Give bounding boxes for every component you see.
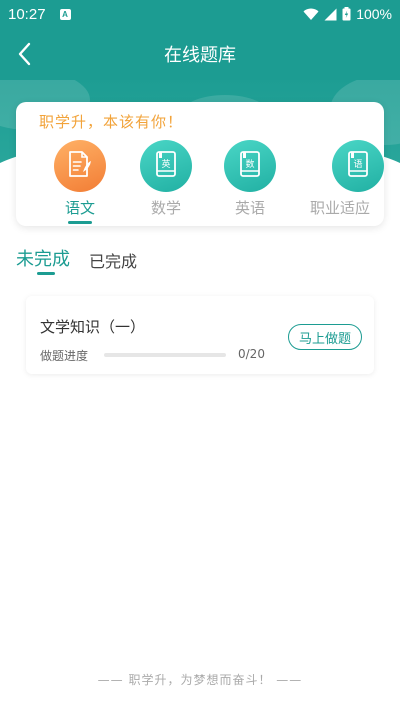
quiz-item[interactable]: 文学知识（一） 做题进度 0/20 马上做题 [26,296,374,374]
document-pen-icon [67,150,93,182]
start-quiz-button[interactable]: 马上做题 [288,324,362,350]
category-english-circle: 数 [224,140,276,192]
category-career-circle: 语 [332,140,384,192]
book-english-icon: 数 [238,150,262,182]
page-title: 在线题库 [164,45,236,66]
category-career[interactable]: 语 职业适应 [310,140,384,218]
category-math[interactable]: 英 数学 [126,140,206,218]
book-badge-text: 英 [161,158,170,170]
app-header: 在线题库 [0,28,400,80]
category-active-indicator [68,221,92,224]
category-math-circle: 英 [140,140,192,192]
status-icons: 100% [303,6,392,22]
progress-bar [104,353,226,357]
category-label: 职业适应 [310,199,371,217]
progress-label: 做题进度 [40,349,89,363]
category-label: 英语 [234,199,265,217]
status-time: 10:27 [8,5,46,23]
battery-icon [342,7,351,21]
tab-completed[interactable]: 已完成 [89,248,137,272]
progress-count: 0/20 [238,347,265,361]
tab-incomplete[interactable]: 未完成 [16,245,70,271]
book-badge-text: 数 [245,158,254,170]
book-badge-text: 语 [353,159,362,170]
footer-slogan: —— 职学升，为梦想而奋斗！ —— [97,673,303,687]
signal-icon [324,8,337,21]
notification-badge: A [59,8,71,20]
quiz-item-title: 文学知识（一） [40,318,146,336]
category-card: 职学升，本该有你！ 语文 英 数学 数 英语 语 职业适应 [16,102,384,226]
category-english[interactable]: 数 英语 [210,140,290,218]
category-label: 语文 [64,199,95,217]
battery-percent: 100% [356,6,392,22]
tab-active-indicator [37,272,55,275]
status-bar: 10:27 A 100% [0,0,400,28]
category-chinese[interactable]: 语文 [40,140,120,224]
slogan-text: 职学升，本该有你！ [39,113,184,131]
category-chinese-circle [54,140,106,192]
wifi-icon [303,8,319,21]
category-label: 数学 [150,199,181,217]
book-math-icon: 英 [154,150,178,182]
book-career-icon: 语 [346,150,370,182]
